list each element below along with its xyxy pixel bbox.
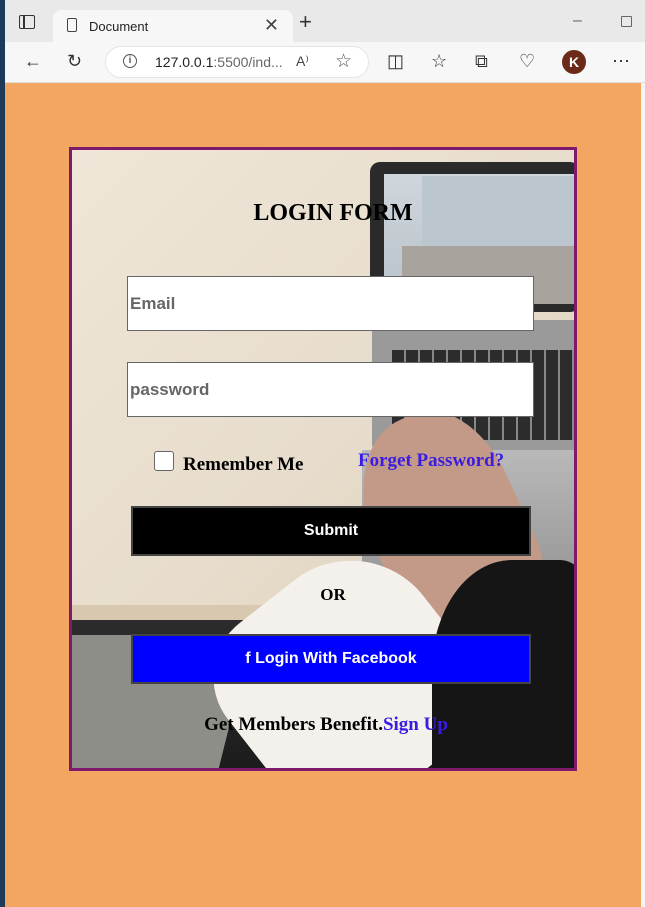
- facebook-login-button[interactable]: f Login With Facebook: [131, 634, 531, 684]
- collections-icon[interactable]: ⧉: [475, 50, 488, 72]
- submit-button[interactable]: Submit: [131, 506, 531, 556]
- or-divider: OR: [320, 585, 346, 604]
- split-screen-icon[interactable]: ◫: [387, 50, 404, 72]
- address-bar[interactable]: i 127.0.0.1:5500/ind... A⁾ ☆: [105, 46, 369, 78]
- remember-me-label: Remember Me: [183, 454, 304, 475]
- close-tab-icon[interactable]: ✕: [264, 15, 279, 36]
- tab-document[interactable]: Document ✕: [53, 10, 293, 44]
- browser-toolbar: ← ↻ i 127.0.0.1:5500/ind... A⁾ ☆ ◫ ☆ ⧉ ♡…: [5, 42, 645, 83]
- document-icon: [67, 18, 77, 32]
- tab-title: Document: [89, 19, 149, 34]
- browser-essentials-icon[interactable]: ♡: [519, 50, 535, 72]
- profile-avatar[interactable]: K: [562, 50, 586, 74]
- minimize-icon[interactable]: –: [573, 12, 582, 30]
- login-card: LOGIN FORM Remember Me Forget Password? …: [69, 147, 577, 771]
- site-info-icon[interactable]: i: [123, 54, 137, 68]
- form-title: LOGIN FORM: [253, 200, 413, 226]
- email-field[interactable]: [127, 276, 534, 331]
- url-text: 127.0.0.1:5500/ind...: [155, 54, 283, 70]
- remember-me-checkbox[interactable]: [154, 451, 174, 471]
- favorites-icon[interactable]: ☆: [431, 50, 447, 72]
- signup-link[interactable]: Sign Up: [383, 714, 448, 735]
- maximize-icon[interactable]: [621, 16, 632, 27]
- password-field[interactable]: [127, 362, 534, 417]
- settings-menu-icon[interactable]: ⋯: [612, 50, 630, 72]
- back-icon[interactable]: ←: [24, 50, 42, 72]
- read-aloud-icon[interactable]: A⁾: [296, 53, 309, 70]
- members-benefit-text: Get Members Benefit.: [204, 714, 383, 735]
- add-favorite-icon[interactable]: ☆: [335, 50, 352, 73]
- refresh-icon[interactable]: ↻: [67, 50, 82, 72]
- forget-password-link[interactable]: Forget Password?: [358, 450, 504, 472]
- new-tab-icon[interactable]: +: [299, 11, 312, 33]
- window-menu-icon[interactable]: [19, 15, 35, 29]
- signup-prompt: Get Members Benefit.Sign Up: [72, 714, 574, 736]
- page-viewport: LOGIN FORM Remember Me Forget Password? …: [5, 83, 641, 907]
- tab-bar: Document ✕ + –: [5, 0, 645, 44]
- browser-window: Document ✕ + – ← ↻ i 127.0.0.1:5500/ind.…: [5, 0, 645, 907]
